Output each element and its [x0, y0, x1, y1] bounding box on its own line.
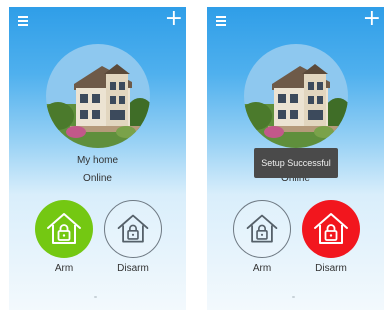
disarm-label: Disarm	[117, 263, 149, 274]
menu-icon[interactable]	[18, 16, 28, 26]
arm-button[interactable]	[35, 200, 93, 258]
home-photo[interactable]	[46, 44, 150, 148]
arm-button[interactable]	[233, 200, 291, 258]
disarm-button[interactable]	[302, 200, 360, 258]
house-lock-icon	[115, 211, 151, 247]
toast-message: Setup Successful	[254, 148, 338, 178]
home-photo[interactable]	[244, 44, 348, 148]
page-indicator	[94, 296, 97, 298]
arm-label: Arm	[252, 263, 272, 274]
plus-icon[interactable]: +	[165, 8, 183, 30]
plus-icon[interactable]: +	[363, 8, 381, 30]
home-name: My home	[76, 155, 119, 166]
app-screen-2: + My home Online Setup Successful Arm Di…	[207, 7, 384, 310]
disarm-label: Disarm	[315, 263, 347, 274]
menu-icon[interactable]	[216, 16, 226, 26]
app-screen-1: + My home Online Arm Disarm	[9, 7, 186, 310]
home-status: Online	[83, 173, 112, 184]
disarm-button[interactable]	[104, 200, 162, 258]
house-lock-icon	[311, 209, 351, 249]
page-indicator	[292, 296, 295, 298]
arm-label: Arm	[54, 263, 74, 274]
house-lock-icon	[244, 211, 280, 247]
house-lock-icon	[44, 209, 84, 249]
